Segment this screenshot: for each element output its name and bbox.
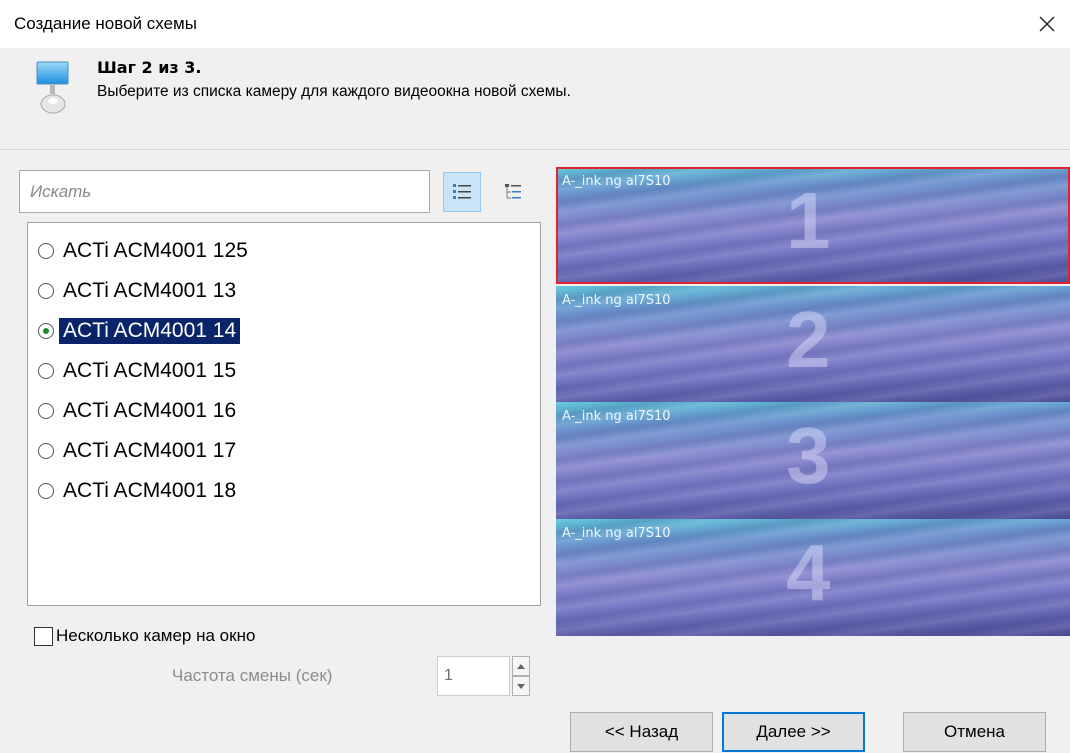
frequency-field[interactable] [437,656,510,696]
multi-camera-option[interactable]: Несколько камер на окно [34,626,255,646]
camera-list-item[interactable]: ACTi ACM4001 18 [28,471,540,511]
back-button[interactable]: << Назад [570,712,713,752]
multi-camera-label: Несколько камер на окно [56,626,256,645]
arrow-down-icon [517,683,525,689]
title-bar: Создание новой схемы [0,0,1070,48]
tile-caption: A-_ink ng al7S10 [562,409,671,424]
multi-camera-checkbox[interactable] [34,626,53,646]
camera-radio[interactable] [38,243,54,259]
tile-number: 4 [786,528,831,617]
close-icon [1039,16,1055,32]
wizard-header: Шаг 2 из 3. Выберите из списка камеру дл… [0,48,1070,150]
camera-list-item[interactable]: ACTi ACM4001 17 [28,431,540,471]
camera-list-item[interactable]: ACTi ACM4001 125 [28,231,540,271]
close-button[interactable] [1024,0,1070,48]
cancel-button[interactable]: Отмена [903,712,1046,752]
camera-list-item[interactable]: ACTi ACM4001 15 [28,351,540,391]
tile-number: 2 [786,295,831,384]
camera-label: ACTi ACM4001 15 [63,359,237,382]
camera-radio[interactable] [38,483,54,499]
spin-down-button[interactable] [512,676,530,696]
camera-label: ACTi ACM4001 13 [63,279,237,302]
camera-radio[interactable] [38,323,54,339]
camera-label: ACTi ACM4001 125 [63,239,248,262]
search-field[interactable] [19,170,430,213]
camera-list-item[interactable]: ACTi ACM4001 13 [28,271,540,311]
camera-label: ACTi ACM4001 14 [59,318,241,344]
tile-number: 3 [786,411,831,500]
preview-tile[interactable]: A-_ink ng al7S10 3 [556,402,1070,519]
camera-label: ACTi ACM4001 17 [63,439,237,462]
search-input[interactable] [20,171,429,212]
preview-tile[interactable]: A-_ink ng al7S10 2 [556,286,1070,403]
frequency-input[interactable] [438,657,509,695]
tile-number: 1 [786,176,831,265]
camera-radio[interactable] [38,283,54,299]
spin-up-button[interactable] [512,656,530,676]
camera-list[interactable]: ACTi ACM4001 125 ACTi ACM4001 13 ACTi ACM4… [27,222,541,606]
window-title: Создание новой схемы [14,14,197,33]
list-view-button[interactable] [443,172,481,212]
frequency-spinner[interactable] [512,656,530,696]
camera-label: ACTi ACM4001 16 [63,399,237,422]
preview-tile[interactable]: A-_ink ng al7S10 4 [556,519,1070,636]
camera-label: ACTi ACM4001 18 [63,479,237,502]
tree-view-icon [505,184,521,199]
camera-radio[interactable] [38,363,54,379]
tile-caption: A-_ink ng al7S10 [562,293,671,308]
camera-radio[interactable] [38,443,54,459]
arrow-up-icon [517,663,525,669]
tree-view-button[interactable] [495,172,533,212]
tile-caption: A-_ink ng al7S10 [562,174,671,189]
camera-list-item[interactable]: ACTi ACM4001 16 [28,391,540,431]
next-button[interactable]: Далее >> [722,712,865,752]
step-title: Шаг 2 из 3. [97,58,202,77]
layout-preview: A-_ink ng al7S10 1 A-_ink ng al7S10 2 A-_ink… [556,167,1070,636]
step-description: Выберите из списка камеру для каждого ви… [97,83,571,100]
camera-list-item[interactable]: ACTi ACM4001 14 [28,311,540,351]
tile-caption: A-_ink ng al7S10 [562,526,671,541]
list-view-icon [453,184,471,199]
frequency-label: Частота смены (сек) [172,666,333,685]
camera-radio[interactable] [38,403,54,419]
preview-tile[interactable]: A-_ink ng al7S10 1 [556,167,1070,284]
monitor-icon [36,61,69,114]
